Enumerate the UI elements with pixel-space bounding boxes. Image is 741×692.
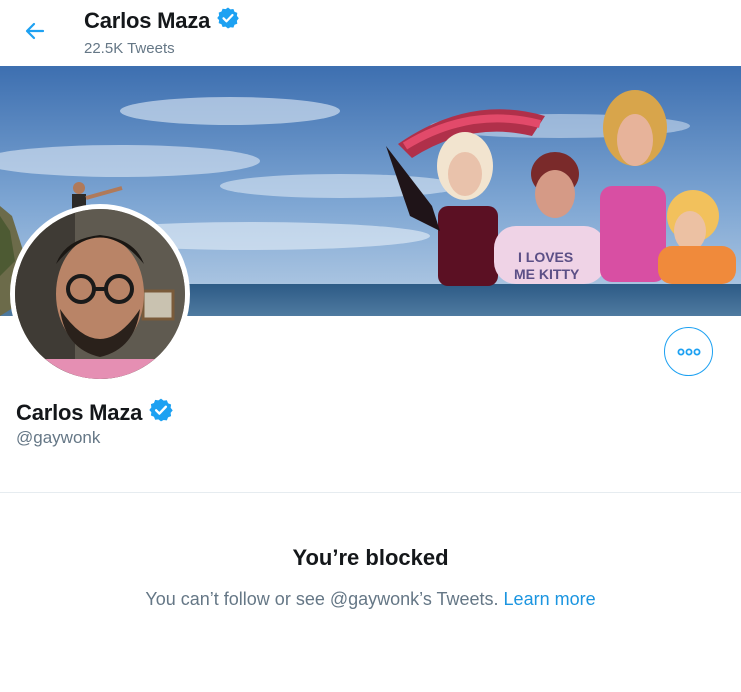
profile-handle: @gaywonk [16,428,101,447]
more-options-icon [677,348,700,355]
profile-name-row: Carlos Maza [16,397,174,428]
blocked-message-row: You can’t follow or see @gaywonk’s Tweet… [0,589,741,610]
shirt-text-line2: ME KITTY [514,266,580,282]
more-options-button[interactable] [664,327,713,376]
profile-header: Carlos Maza 22.5K Tweets [0,0,741,66]
verified-badge-icon [148,397,174,428]
back-button[interactable] [15,13,55,49]
blocked-message: You can’t follow or see @gaywonk’s Tweet… [145,589,499,609]
divider [0,492,741,493]
avatar-image [15,209,185,379]
tweet-count: 22.5K Tweets [84,40,175,57]
profile-name: Carlos Maza [16,399,143,425]
verified-badge-icon [216,6,240,35]
avatar[interactable] [10,204,190,384]
shirt-text-line1: I LOVES [518,249,573,265]
header-title: Carlos Maza [84,6,240,35]
header-name: Carlos Maza [84,7,211,33]
learn-more-link[interactable]: Learn more [504,589,596,609]
blocked-title: You’re blocked [292,545,449,570]
arrow-left-icon [25,22,45,40]
